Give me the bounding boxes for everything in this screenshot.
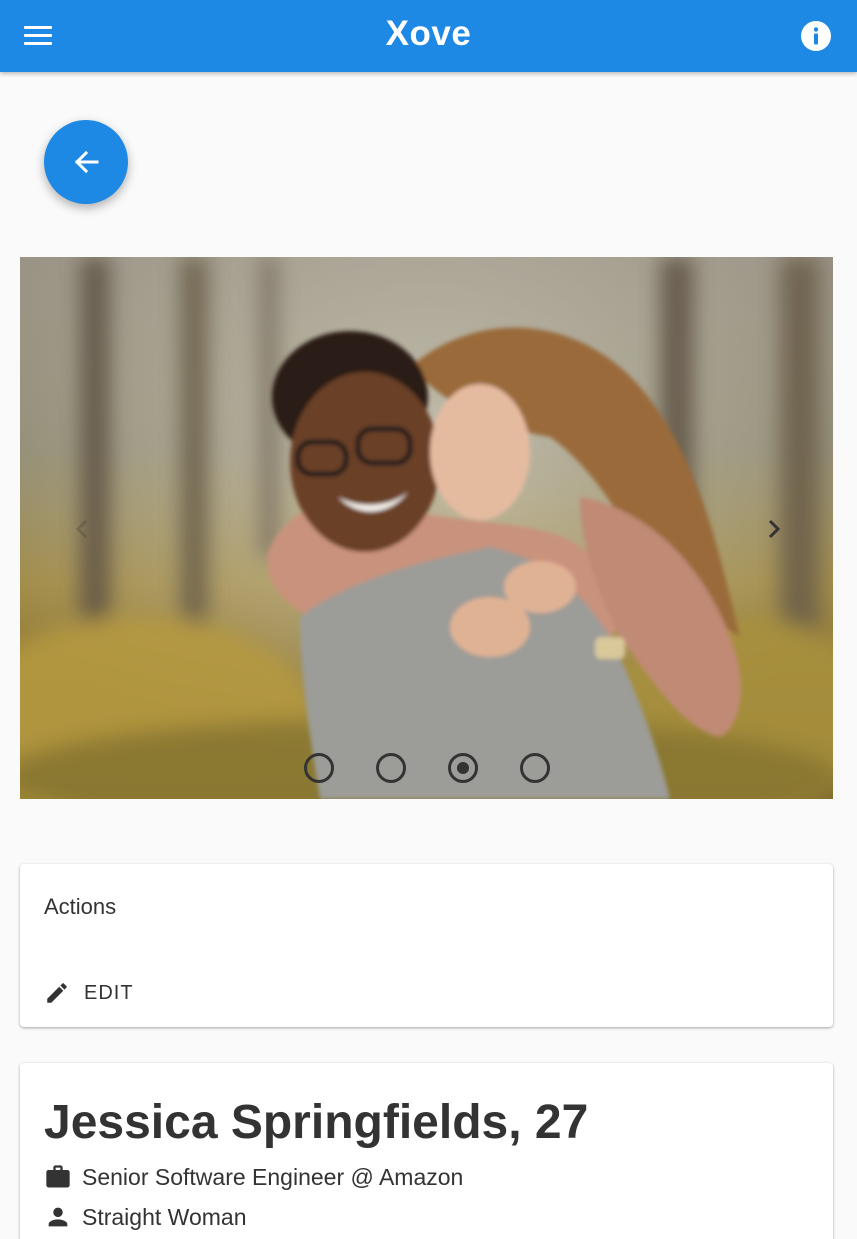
- profile-photo: [20, 257, 833, 799]
- orientation-line: Straight Woman: [44, 1203, 246, 1231]
- carousel-dot-active[interactable]: [448, 753, 478, 783]
- profile-card: Jessica Springfields, 27 Senior Software…: [20, 1063, 833, 1239]
- carousel-dot[interactable]: [304, 753, 334, 783]
- carousel-indicators: [20, 753, 833, 783]
- info-button[interactable]: [801, 21, 831, 51]
- actions-card: Actions EDIT: [20, 864, 833, 1027]
- job-text: Senior Software Engineer @ Amazon: [82, 1163, 464, 1190]
- chevron-left-icon: [75, 519, 88, 539]
- carousel-dot[interactable]: [376, 753, 406, 783]
- person-icon: [48, 1207, 68, 1227]
- info-icon: [813, 27, 819, 45]
- pencil-icon: [47, 983, 67, 1003]
- arrow-left-icon: [74, 150, 99, 174]
- back-button[interactable]: [44, 120, 128, 204]
- edit-button[interactable]: EDIT: [36, 970, 142, 1016]
- job-line: Senior Software Engineer @ Amazon: [44, 1163, 463, 1191]
- app-bar: Xove: [0, 0, 857, 72]
- briefcase-icon: [46, 1165, 70, 1188]
- carousel-prev-button[interactable]: [60, 507, 104, 551]
- orientation-text: Straight Woman: [82, 1203, 247, 1230]
- app-title: Xove: [385, 14, 472, 53]
- edit-label: EDIT: [84, 981, 134, 1004]
- carousel-dot[interactable]: [520, 753, 550, 783]
- carousel-next-button[interactable]: [752, 507, 796, 551]
- chevron-right-icon: [768, 519, 781, 539]
- actions-title: Actions: [44, 894, 117, 919]
- profile-name: Jessica Springfields, 27: [44, 1096, 589, 1149]
- photo-carousel[interactable]: [20, 257, 833, 799]
